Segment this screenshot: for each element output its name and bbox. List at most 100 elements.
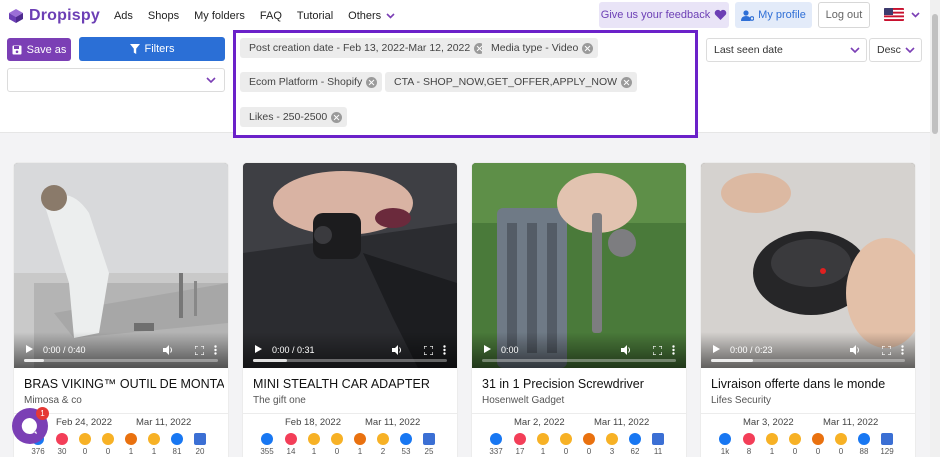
filter-icon (129, 44, 140, 54)
scrollbar-thumb[interactable] (932, 14, 938, 134)
video-controls: 0:00 / 0:23 (701, 332, 915, 368)
fullscreen-icon[interactable] (882, 346, 891, 355)
reaction-count: 1k (720, 447, 730, 456)
fullscreen-icon[interactable] (424, 346, 433, 355)
ad-title[interactable]: 31 in 1 Precision Screwdriver (482, 377, 682, 391)
remove-filter-icon[interactable] (582, 42, 594, 54)
nav-others[interactable]: Others (348, 10, 395, 22)
shop-select[interactable] (7, 68, 225, 92)
video-progress[interactable] (253, 359, 447, 362)
more-options-icon[interactable] (672, 345, 675, 355)
shop-name[interactable]: Hosenwelt Gadget (482, 395, 564, 406)
ad-video[interactable]: 0:00 / 0:40 (14, 163, 228, 368)
remove-filter-icon[interactable] (621, 76, 633, 88)
filter-tag-cta[interactable]: CTA - SHOP_NOW,GET_OFFER,APPLY_NOW (385, 72, 638, 92)
sort-by-select[interactable]: Last seen date (706, 38, 867, 62)
volume-icon[interactable] (850, 345, 860, 355)
reactions-row: 1k 8 1 0 0 0 88 129 (715, 433, 915, 457)
reaction-sad: 0 (785, 433, 805, 456)
reaction-count: 1 (540, 447, 546, 456)
logo[interactable]: Dropispy (8, 7, 100, 25)
reaction-angry: 0 (808, 433, 828, 456)
reaction-angry: 1 (350, 433, 370, 456)
volume-icon[interactable] (621, 345, 631, 355)
video-progress-fill (711, 359, 753, 362)
nav-faq[interactable]: FAQ (260, 10, 282, 22)
ad-video[interactable]: 0:00 / 0:23 (701, 163, 915, 368)
play-icon[interactable] (255, 345, 262, 353)
fullscreen-icon[interactable] (195, 346, 204, 355)
save-as-button[interactable]: Save as (7, 38, 71, 61)
wow-icon (148, 433, 160, 445)
logout-button[interactable]: Log out (818, 2, 870, 28)
volume-icon[interactable] (392, 345, 402, 355)
my-profile-button[interactable]: My profile (735, 2, 812, 28)
fullscreen-icon[interactable] (653, 346, 662, 355)
reaction-count: 0 (586, 447, 592, 456)
filter-tag-post-date[interactable]: Post creation date - Feb 13, 2022-Mar 12… (240, 38, 491, 58)
nav-my-folders[interactable]: My folders (194, 10, 245, 22)
reaction-comment: 20 (190, 433, 210, 456)
love-icon (285, 433, 297, 445)
filter-tag-label: CTA - SHOP_NOW,GET_OFFER,APPLY_NOW (394, 76, 618, 88)
reaction-count: 3 (609, 447, 615, 456)
sad-icon (102, 433, 114, 445)
sort-direction-select[interactable]: Desc (869, 38, 922, 62)
reaction-count: 0 (82, 447, 88, 456)
reaction-love: 14 (281, 433, 301, 456)
volume-icon[interactable] (163, 345, 173, 355)
filter-tag-likes[interactable]: Likes - 250-2500 (240, 107, 348, 127)
reaction-count: 0 (334, 447, 340, 456)
reaction-count: 0 (105, 447, 111, 456)
reaction-count: 8 (746, 447, 752, 456)
ad-card[interactable]: 0:00 31 in 1 Precision Screwdriver Hosen… (472, 163, 686, 457)
remove-filter-icon[interactable] (331, 111, 343, 123)
more-options-icon[interactable] (214, 345, 217, 355)
video-progress[interactable] (711, 359, 905, 362)
filter-tag-media-type[interactable]: Media type - Video (482, 38, 599, 58)
chevron-down-icon (850, 47, 860, 53)
shop-name[interactable]: The gift one (253, 395, 306, 406)
shop-name[interactable]: Mimosa & co (24, 395, 82, 406)
reaction-count: 14 (286, 447, 296, 456)
play-icon[interactable] (484, 345, 491, 353)
filter-tag-label: Media type - Video (491, 42, 579, 54)
ad-card[interactable]: 0:00 / 0:23 Livraison offerte dans le mo… (701, 163, 915, 457)
remove-filter-icon[interactable] (366, 76, 378, 88)
heart-icon (714, 9, 727, 20)
ad-video[interactable]: 0:00 (472, 163, 686, 368)
reaction-count: 355 (260, 447, 274, 456)
reaction-count: 11 (653, 447, 663, 456)
angry-icon (812, 433, 824, 445)
feedback-button[interactable]: Give us your feedback (599, 2, 729, 28)
ad-title[interactable]: MINI STEALTH CAR ADAPTER (253, 377, 453, 391)
shop-name[interactable]: Lifes Security (711, 395, 771, 406)
reaction-count: 0 (815, 447, 821, 456)
ad-video[interactable]: 0:00 / 0:31 (243, 163, 457, 368)
video-controls: 0:00 (472, 332, 686, 368)
nav-shops[interactable]: Shops (148, 10, 179, 22)
reaction-count: 20 (195, 447, 205, 456)
floppy-icon (12, 45, 22, 54)
more-options-icon[interactable] (443, 345, 446, 355)
play-icon[interactable] (713, 345, 720, 353)
last-seen-date: Mar 11, 2022 (594, 417, 650, 428)
reaction-count: 25 (424, 447, 434, 456)
sad-icon (560, 433, 572, 445)
ad-card[interactable]: 0:00 / 0:31 MINI STEALTH CAR ADAPTER The… (243, 163, 457, 457)
filter-tag-ecom-platform[interactable]: Ecom Platform - Shopify (240, 72, 383, 92)
ad-title[interactable]: BRAS VIKING™ OUTIL DE MONTAGE (24, 377, 224, 391)
page-scrollbar[interactable] (930, 0, 940, 457)
play-icon[interactable] (26, 345, 33, 353)
more-options-icon[interactable] (901, 345, 904, 355)
chat-icon (21, 417, 37, 434)
video-progress[interactable] (24, 359, 218, 362)
nav-tutorial[interactable]: Tutorial (297, 10, 333, 22)
reaction-share: 62 (625, 433, 645, 456)
angry-icon (125, 433, 137, 445)
nav-ads[interactable]: Ads (114, 10, 133, 22)
ad-title[interactable]: Livraison offerte dans le monde (711, 377, 911, 391)
video-progress[interactable] (482, 359, 676, 362)
filters-button[interactable]: Filters (79, 37, 225, 61)
language-selector[interactable] (884, 8, 920, 21)
